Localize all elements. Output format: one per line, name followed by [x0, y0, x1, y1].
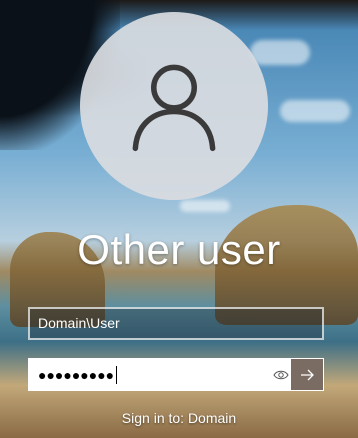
- username-field[interactable]: Domain\User: [28, 307, 324, 340]
- wallpaper-cloud: [250, 40, 310, 65]
- text-caret: [116, 365, 118, 384]
- user-display-name: Other user: [77, 226, 281, 273]
- user-silhouette-icon: [132, 64, 216, 152]
- arrow-right-icon: [301, 369, 314, 380]
- sign-in-domain-text: Sign in to: Domain: [121, 410, 237, 426]
- submit-button[interactable]: [291, 359, 323, 390]
- password-field[interactable]: ●●●●●●●●●: [28, 358, 324, 391]
- username-value: Domain\User: [38, 315, 120, 331]
- wallpaper-cloud: [280, 100, 350, 122]
- wallpaper-cloud: [180, 200, 230, 212]
- password-mask: ●●●●●●●●●: [38, 366, 115, 383]
- eye-icon[interactable]: [273, 367, 289, 383]
- avatar: [80, 12, 268, 200]
